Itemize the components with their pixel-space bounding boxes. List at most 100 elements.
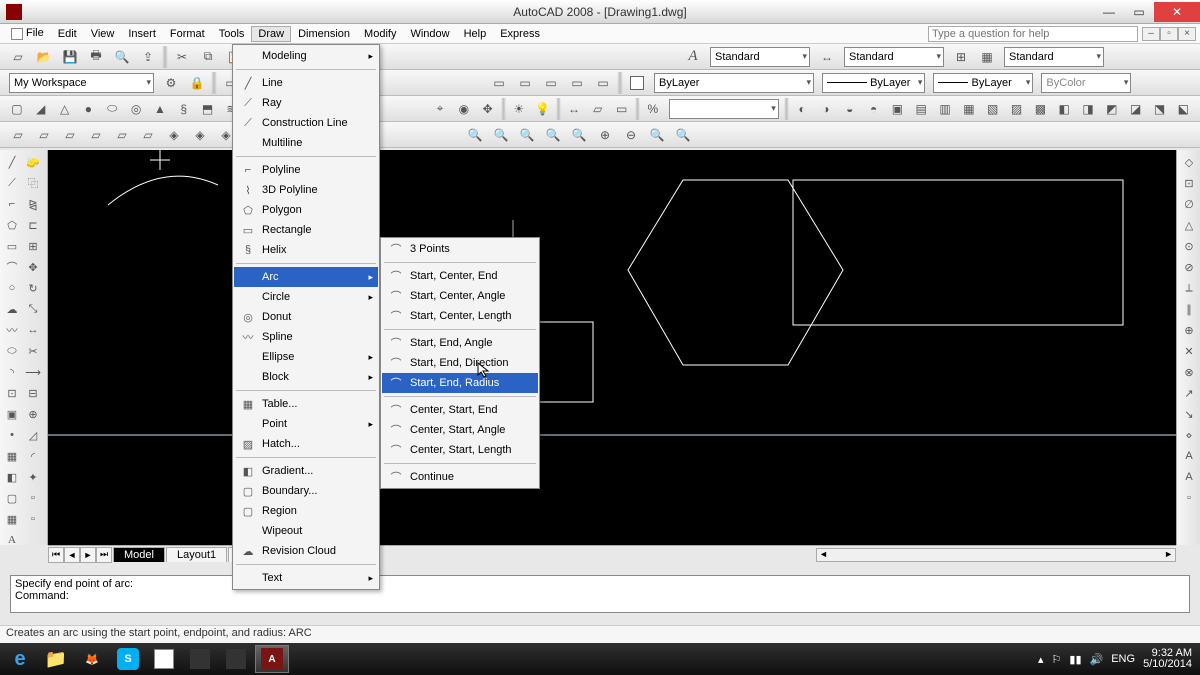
menu-help[interactable]: Help [457, 26, 494, 42]
draw-cline[interactable]: ⟋Construction Line [234, 113, 378, 133]
drawing-canvas[interactable] [48, 150, 1176, 545]
view-icon[interactable]: ▱ [58, 124, 82, 146]
app1-icon[interactable] [147, 645, 181, 673]
menu-file[interactable]: File [4, 25, 51, 41]
menu-edit[interactable]: Edit [51, 26, 84, 42]
osnap-icon[interactable]: ⊘ [1179, 257, 1199, 277]
workspace-lock-icon[interactable]: 🔒 [185, 72, 209, 94]
modify-icon[interactable]: ◑ [815, 98, 837, 120]
arc-ser[interactable]: ⌒Start, End, Radius [382, 373, 538, 393]
tool-icon[interactable]: ▭ [591, 72, 615, 94]
zoom-all-icon[interactable]: 🔍 [645, 124, 669, 146]
osnap-icon[interactable]: ↘ [1179, 404, 1199, 424]
osnap-icon[interactable]: ∅ [1179, 194, 1199, 214]
modify-icon[interactable]: ◓ [863, 98, 885, 120]
arc-cse[interactable]: ⌒Center, Start, End [382, 400, 538, 420]
light-icon[interactable]: 💡 [532, 98, 554, 120]
osnap-icon[interactable]: ⋄ [1179, 425, 1199, 445]
modify-icon[interactable]: ◨ [1077, 98, 1099, 120]
arc-sea[interactable]: ⌒Start, End, Angle [382, 333, 538, 353]
maximize-button[interactable]: ▭ [1124, 2, 1154, 22]
ellipse-arc-icon[interactable]: ◝ [2, 362, 22, 382]
zoom-window-icon[interactable]: 🔍 [489, 124, 513, 146]
tool-icon[interactable]: ▫ [23, 488, 43, 508]
copy-icon[interactable]: ⧉ [196, 46, 220, 68]
osnap-icon[interactable]: ⟂ [1179, 278, 1199, 298]
draw-ray[interactable]: ⟋Ray [234, 93, 378, 113]
workspace-combo[interactable]: My Workspace [9, 73, 154, 93]
erase-icon[interactable]: 🧽 [23, 152, 43, 172]
draw-revcloud[interactable]: ☁Revision Cloud [234, 541, 378, 561]
arc-scl[interactable]: ⌒Start, Center, Length [382, 306, 538, 326]
rotate-icon[interactable]: ↻ [23, 278, 43, 298]
view-icon[interactable]: ◈ [188, 124, 212, 146]
draw-polygon[interactable]: ⬠Polygon [234, 200, 378, 220]
osnap-icon[interactable]: ∥ [1179, 299, 1199, 319]
rectangle-icon[interactable]: ▭ [2, 236, 22, 256]
dim-style-combo[interactable]: Standard [844, 47, 944, 67]
hatch-icon[interactable]: ▦ [2, 446, 22, 466]
preview-icon[interactable]: 🔍 [110, 46, 134, 68]
cline-icon[interactable]: ⟋ [2, 173, 22, 193]
spline-icon[interactable]: 〰 [2, 320, 22, 340]
view-icon[interactable]: ▱ [84, 124, 108, 146]
arc-csa[interactable]: ⌒Center, Start, Angle [382, 420, 538, 440]
linetype-combo[interactable]: ByLayer [822, 73, 925, 93]
explode-icon[interactable]: ✦ [23, 467, 43, 487]
menu-window[interactable]: Window [403, 26, 456, 42]
minimize-button[interactable]: — [1094, 2, 1124, 22]
modify-icon[interactable]: ▤ [910, 98, 932, 120]
help-search[interactable] [928, 26, 1138, 42]
doc-close-button[interactable]: × [1178, 27, 1196, 41]
osnap-icon[interactable]: ▫ [1179, 488, 1199, 508]
help-search-input[interactable] [928, 26, 1138, 42]
draw-donut[interactable]: ◎Donut [234, 307, 378, 327]
view-icon[interactable]: ▱ [32, 124, 56, 146]
draw-line[interactable]: ╱Line [234, 73, 378, 93]
scale-combo[interactable] [669, 99, 779, 119]
zoom-scale-icon[interactable]: 🔍 [541, 124, 565, 146]
gradient-icon[interactable]: ◧ [2, 467, 22, 487]
solid-sphere-icon[interactable]: ● [77, 98, 99, 120]
dim-style-icon[interactable]: ↔ [815, 46, 839, 68]
view-icon[interactable]: ▱ [136, 124, 160, 146]
draw-circle[interactable]: Circle [234, 287, 378, 307]
scale-icon[interactable]: ⤡ [23, 299, 43, 319]
tab-next-button[interactable]: ► [80, 547, 96, 563]
osnap-icon[interactable]: △ [1179, 215, 1199, 235]
osnap-icon[interactable]: A [1179, 467, 1199, 487]
draw-text[interactable]: Text [234, 568, 378, 588]
menu-format[interactable]: Format [163, 26, 212, 42]
mirror-icon[interactable]: ⧎ [23, 194, 43, 214]
zoom-extents-icon[interactable]: 🔍 [671, 124, 695, 146]
table-style-icon[interactable]: ▦ [975, 46, 999, 68]
osnap-icon[interactable]: ✕ [1179, 341, 1199, 361]
draw-arc[interactable]: Arc [234, 267, 378, 287]
arc-3points[interactable]: ⌒3 Points [382, 239, 538, 259]
tool-icon[interactable]: ▭ [487, 72, 511, 94]
menu-insert[interactable]: Insert [121, 26, 163, 42]
doc-max-button[interactable]: ▫ [1160, 27, 1178, 41]
solid-cylinder-icon[interactable]: ⬭ [101, 98, 123, 120]
skype-icon[interactable]: S [111, 645, 145, 673]
menu-view[interactable]: View [84, 26, 122, 42]
extend-icon[interactable]: ⟶ [23, 362, 43, 382]
table-style-combo[interactable]: Standard [1004, 47, 1104, 67]
modify-icon[interactable]: ▦ [958, 98, 980, 120]
modify-icon[interactable]: ⬕ [1172, 98, 1194, 120]
draw-multiline[interactable]: Multiline [234, 133, 378, 153]
osnap-icon[interactable]: ⊙ [1179, 236, 1199, 256]
osnap-icon[interactable]: ◇ [1179, 152, 1199, 172]
open-icon[interactable]: 📂 [32, 46, 56, 68]
3d-orbit-icon[interactable]: ◉ [453, 98, 475, 120]
arc-sce[interactable]: ⌒Start, Center, End [382, 266, 538, 286]
close-button[interactable]: ✕ [1154, 2, 1200, 22]
app2-icon[interactable] [183, 645, 217, 673]
arc-sca[interactable]: ⌒Start, Center, Angle [382, 286, 538, 306]
fillet-icon[interactable]: ◜ [23, 446, 43, 466]
lineweight-combo[interactable]: ByLayer [933, 73, 1033, 93]
block-make-icon[interactable]: ▣ [2, 404, 22, 424]
solid-helix-icon[interactable]: § [173, 98, 195, 120]
print-icon[interactable]: 🖶 [84, 46, 108, 68]
menu-modify[interactable]: Modify [357, 26, 403, 42]
